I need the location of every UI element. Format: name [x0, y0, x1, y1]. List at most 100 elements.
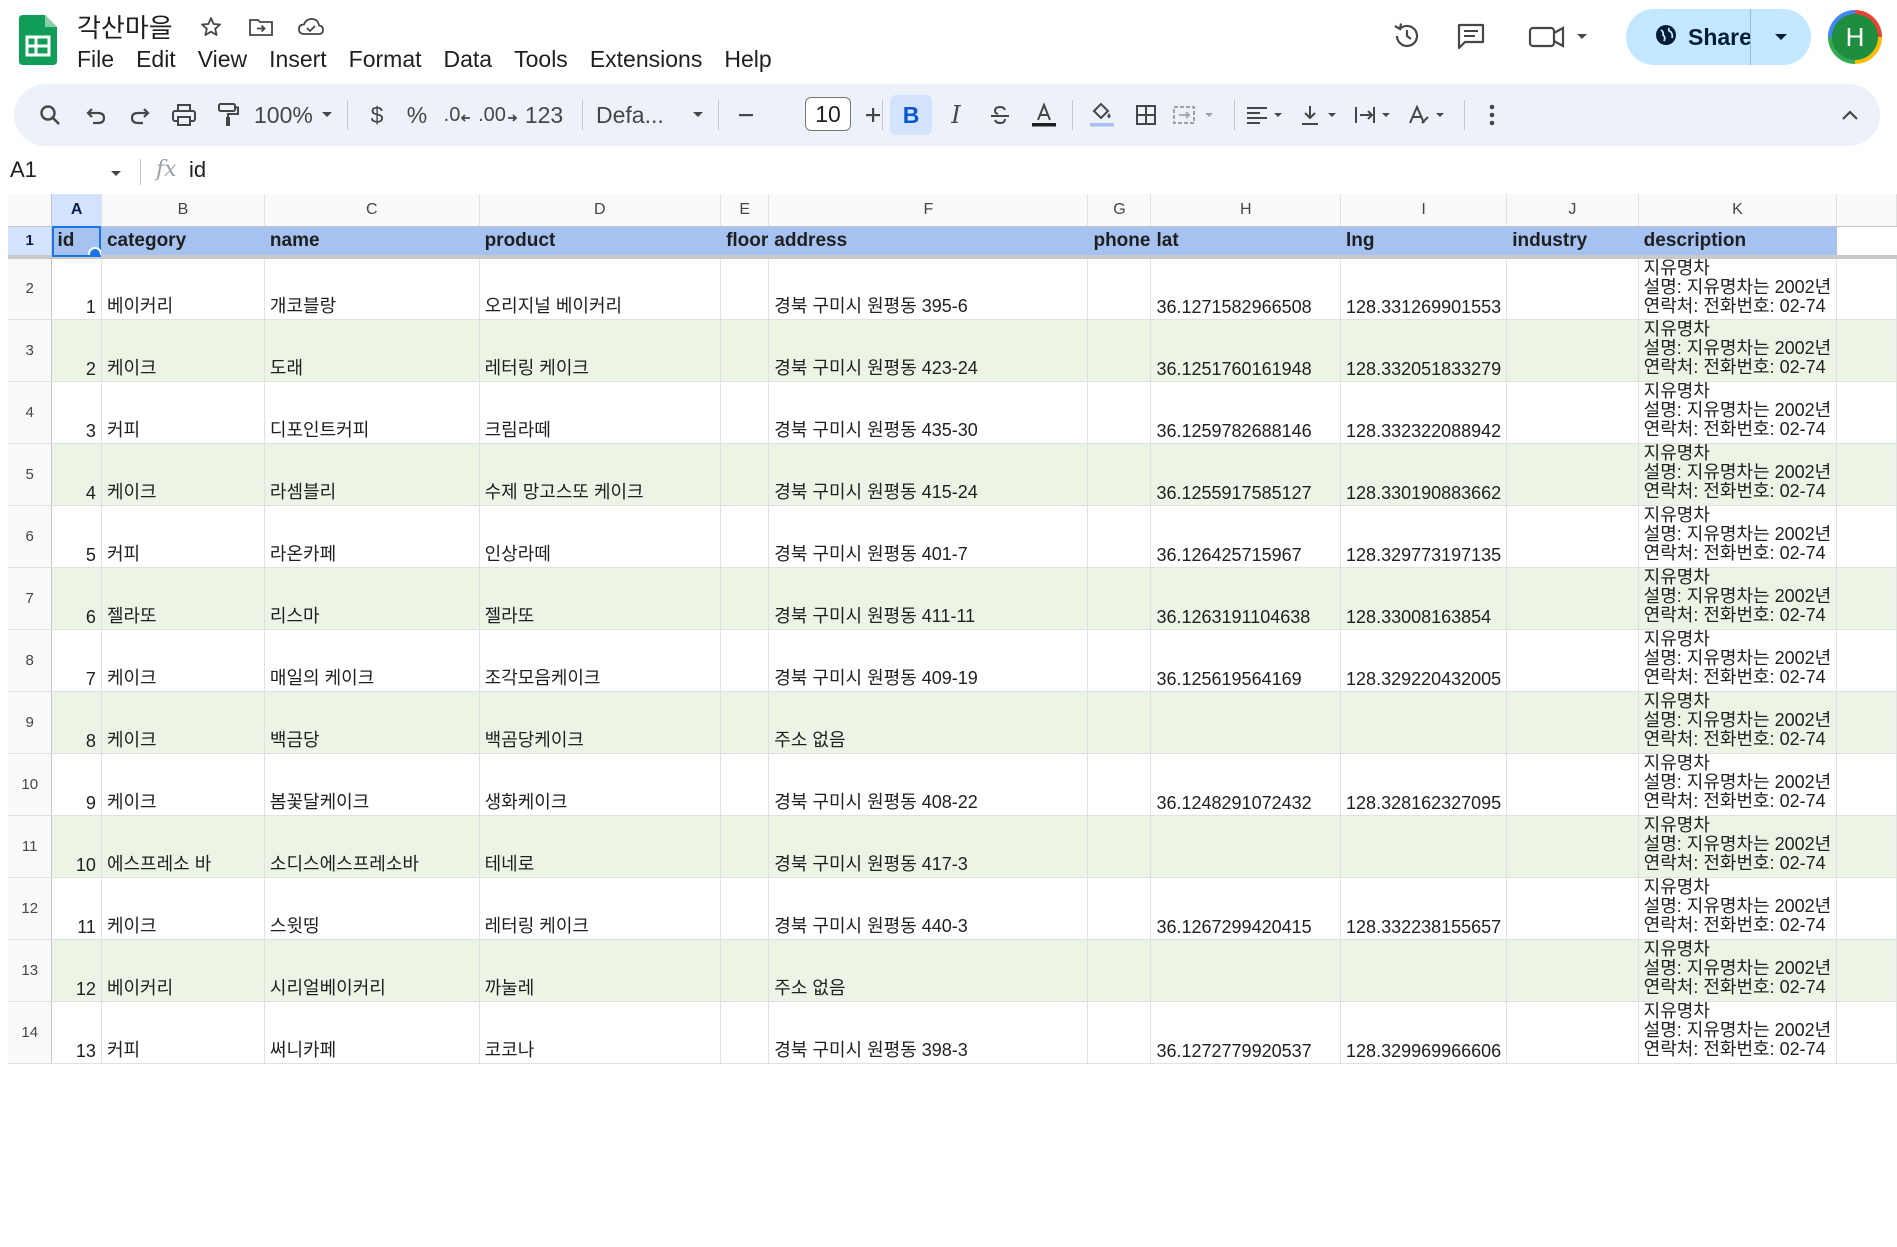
cell-category[interactable]: 케이크 — [101, 753, 265, 816]
cell-floor[interactable] — [720, 381, 770, 444]
cell-address[interactable]: 경북 구미시 원평동 435-30 — [768, 381, 1089, 444]
column-header-h[interactable]: H — [1150, 194, 1342, 227]
cell-id[interactable]: 2 — [51, 319, 102, 382]
cell-lng[interactable]: 128.332322088942 — [1340, 381, 1508, 444]
cell-name[interactable]: 리스마 — [264, 567, 480, 630]
cell-industry[interactable] — [1506, 257, 1639, 320]
row-header[interactable]: 6 — [8, 505, 53, 568]
row-header[interactable]: 7 — [8, 567, 53, 630]
vertical-align-icon[interactable] — [1296, 84, 1346, 146]
cell-lng[interactable]: 128.33008163854 — [1340, 567, 1508, 630]
cell-product[interactable]: 조각모음케이크 — [479, 629, 722, 692]
cell-address[interactable]: 경북 구미시 원평동 409-19 — [768, 629, 1089, 692]
cell-category[interactable]: 케이크 — [101, 319, 265, 382]
menu-file[interactable]: File — [66, 44, 125, 75]
cell-lng[interactable]: 128.328162327095 — [1340, 753, 1508, 816]
cell-name[interactable]: 라온카페 — [264, 505, 480, 568]
cell-lng[interactable] — [1340, 815, 1508, 878]
comments-icon[interactable] — [1449, 14, 1493, 58]
fill-color-icon[interactable] — [1082, 84, 1122, 146]
cell-industry[interactable] — [1506, 567, 1639, 630]
cell-lng[interactable]: 128.329969966606 — [1340, 1001, 1508, 1064]
version-history-icon[interactable] — [1385, 14, 1429, 58]
column-header-c[interactable]: C — [264, 194, 480, 227]
cell-floor[interactable] — [720, 815, 770, 878]
row-header[interactable]: 11 — [8, 815, 53, 878]
cell-category[interactable]: 케이크 — [101, 877, 265, 940]
cell-id[interactable]: 4 — [51, 443, 102, 506]
number-format-button[interactable]: 123 — [522, 84, 566, 146]
cell-lng[interactable]: 128.329220432005 — [1340, 629, 1508, 692]
cell-product[interactable]: 오리지널 베이커리 — [479, 257, 722, 320]
cell-category[interactable]: 커피 — [101, 381, 265, 444]
star-icon[interactable] — [196, 12, 226, 42]
cell-address[interactable]: 주소 없음 — [768, 939, 1089, 1002]
cell-phone[interactable] — [1087, 257, 1152, 320]
cell-product[interactable]: 젤라또 — [479, 567, 722, 630]
cell-description[interactable]: 지유명차 설명: 지유명차는 2002년 연락처: 전화번호: 02-74 — [1638, 815, 1838, 878]
borders-icon[interactable] — [1126, 84, 1166, 146]
cell-product[interactable]: 까눌레 — [479, 939, 722, 1002]
header-cell-lng[interactable]: lng — [1340, 226, 1508, 259]
name-box[interactable]: A1 — [10, 157, 37, 183]
cell-empty[interactable] — [1836, 257, 1897, 320]
cell-id[interactable]: 3 — [51, 381, 102, 444]
cell-lat[interactable]: 36.1272779920537 — [1150, 1001, 1342, 1064]
share-main-button[interactable]: Share — [1626, 9, 1752, 65]
cell-name[interactable]: 도래 — [264, 319, 480, 382]
cell-industry[interactable] — [1506, 443, 1639, 506]
cell-floor[interactable] — [720, 505, 770, 568]
cell-address[interactable]: 경북 구미시 원평동 408-22 — [768, 753, 1089, 816]
paint-format-icon[interactable] — [208, 84, 248, 146]
menu-edit[interactable]: Edit — [125, 44, 187, 75]
cell-category[interactable]: 에스프레소 바 — [101, 815, 265, 878]
cell-product[interactable]: 레터링 케이크 — [479, 319, 722, 382]
cell-lat[interactable]: 36.1251760161948 — [1150, 319, 1342, 382]
cell-category[interactable]: 케이크 — [101, 629, 265, 692]
cell-name[interactable]: 라셈블리 — [264, 443, 480, 506]
header-cell-description[interactable]: description — [1638, 226, 1838, 259]
column-header-j[interactable]: J — [1506, 194, 1639, 227]
cell-name[interactable]: 소디스에스프레소바 — [264, 815, 480, 878]
cell-empty[interactable] — [1836, 877, 1897, 940]
cell-id[interactable]: 5 — [51, 505, 102, 568]
cell-product[interactable]: 코코나 — [479, 1001, 722, 1064]
cell-address[interactable]: 경북 구미시 원평동 417-3 — [768, 815, 1089, 878]
cell-description[interactable]: 지유명차 설명: 지유명차는 2002년 연락처: 전화번호: 02-74 — [1638, 257, 1838, 320]
cell-name[interactable]: 매일의 케이크 — [264, 629, 480, 692]
cell-id[interactable]: 7 — [51, 629, 102, 692]
header-cell-category[interactable]: category — [101, 226, 265, 259]
cell-floor[interactable] — [720, 939, 770, 1002]
increase-font-size-icon[interactable] — [855, 84, 891, 146]
row-header[interactable]: 13 — [8, 939, 53, 1002]
row-header[interactable]: 10 — [8, 753, 53, 816]
cell-lng[interactable]: 128.329773197135 — [1340, 505, 1508, 568]
cell-category[interactable]: 커피 — [101, 1001, 265, 1064]
cell-id[interactable]: 6 — [51, 567, 102, 630]
header-cell-phone[interactable]: phone — [1087, 226, 1152, 259]
cell-name[interactable]: 디포인트커피 — [264, 381, 480, 444]
cell-category[interactable]: 베이커리 — [101, 257, 265, 320]
avatar[interactable]: H — [1828, 10, 1882, 64]
cell-name[interactable]: 써니카페 — [264, 1001, 480, 1064]
cell-product[interactable]: 수제 망고스또 케이크 — [479, 443, 722, 506]
cell-lat[interactable] — [1150, 939, 1342, 1002]
cell-lng[interactable]: 128.332051833279 — [1340, 319, 1508, 382]
bold-button[interactable]: B — [890, 95, 932, 135]
cell-product[interactable]: 레터링 케이크 — [479, 877, 722, 940]
header-cell-product[interactable]: product — [479, 226, 722, 259]
cell-address[interactable]: 경북 구미시 원평동 395-6 — [768, 257, 1089, 320]
cell-address[interactable]: 경북 구미시 원평동 411-11 — [768, 567, 1089, 630]
cell-name[interactable]: 스윗띵 — [264, 877, 480, 940]
row-header[interactable]: 14 — [8, 1001, 53, 1064]
cell-description[interactable]: 지유명차 설명: 지유명차는 2002년 연락처: 전화번호: 02-74 — [1638, 629, 1838, 692]
italic-button[interactable]: I — [936, 84, 976, 146]
menu-help[interactable]: Help — [713, 44, 782, 75]
row-header[interactable]: 9 — [8, 691, 53, 754]
column-header-d[interactable]: D — [479, 194, 722, 227]
strikethrough-icon[interactable] — [980, 84, 1020, 146]
cell-industry[interactable] — [1506, 691, 1639, 754]
cell-lat[interactable] — [1150, 815, 1342, 878]
cell-lng[interactable] — [1340, 691, 1508, 754]
cell-product[interactable]: 크림라떼 — [479, 381, 722, 444]
